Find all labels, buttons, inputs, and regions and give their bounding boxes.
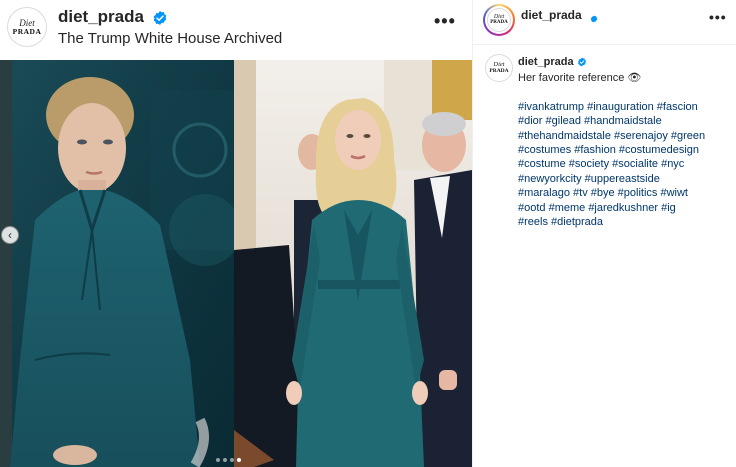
hashtag-link[interactable]: #maralago #tv #bye #politics #wiwt bbox=[518, 187, 688, 199]
hashtag-line: #costumes #fashion #costumedesign bbox=[518, 143, 728, 157]
avatar-logo-prada: PRADA bbox=[490, 19, 508, 25]
hashtag-link[interactable]: #costume #society #socialite #nyc bbox=[518, 158, 684, 170]
avatar[interactable]: Diet PRADA bbox=[7, 7, 47, 47]
hashtag-link[interactable]: #thehandmaidstale #serenajoy #green bbox=[518, 130, 705, 142]
hashtag-line: #ootd #meme #jaredkushner #ig bbox=[518, 201, 728, 215]
post-caption: diet_prada Her favorite reference 👁 #iva… bbox=[518, 55, 728, 229]
hashtag-line: #maralago #tv #bye #politics #wiwt bbox=[518, 186, 728, 200]
story-avatar[interactable]: Diet PRADA bbox=[483, 4, 515, 36]
caption-username[interactable]: diet_prada bbox=[518, 56, 574, 68]
verified-badge-icon bbox=[590, 10, 598, 28]
sidebar-more-options-button[interactable]: ••• bbox=[709, 10, 727, 24]
hashtag-line: #thehandmaidstale #serenajoy #green bbox=[518, 129, 728, 143]
verified-badge-icon bbox=[152, 10, 168, 31]
post-header: Diet PRADA diet_prada The Trump White Ho… bbox=[0, 0, 472, 60]
more-options-button[interactable]: ••• bbox=[434, 12, 458, 34]
caption-header: diet_prada bbox=[518, 55, 728, 71]
media-image-left bbox=[0, 60, 234, 467]
hashtag-link[interactable]: #costumes #fashion #costumedesign bbox=[518, 144, 699, 156]
verified-badge-icon bbox=[577, 57, 587, 71]
hashtag-link[interactable]: #ootd #meme #jaredkushner #ig bbox=[518, 202, 676, 214]
carousel-indicator bbox=[216, 458, 241, 462]
avatar-logo-prada: PRADA bbox=[489, 67, 509, 74]
carousel-dot bbox=[216, 458, 220, 462]
caption-hashtags: #ivankatrump #inauguration #fascion #dio… bbox=[518, 100, 728, 230]
media-image-right bbox=[234, 60, 472, 467]
carousel-dot bbox=[230, 458, 234, 462]
hashtag-line: #reels #dietprada bbox=[518, 215, 728, 229]
sidebar-username[interactable]: diet_prada bbox=[521, 8, 582, 22]
hashtag-link[interactable]: #ivankatrump #inauguration #fascion bbox=[518, 101, 698, 113]
hashtag-link[interactable]: #newyorkcity #uppereastside bbox=[518, 173, 660, 185]
story-avatar-inner: Diet PRADA bbox=[485, 6, 513, 34]
carousel-dot bbox=[223, 458, 227, 462]
caption-avatar[interactable]: Diet PRADA bbox=[485, 54, 513, 82]
hashtag-line: #dior #gilead #handmaidstale bbox=[518, 114, 728, 128]
avatar-logo-prada: PRADA bbox=[12, 26, 42, 36]
post-location[interactable]: The Trump White House Archived bbox=[58, 30, 282, 47]
sidebar-header: Diet PRADA diet_prada ••• bbox=[473, 0, 736, 45]
hashtag-line: #ivankatrump #inauguration #fascion bbox=[518, 100, 728, 114]
caption-text: Her favorite reference 👁 bbox=[518, 72, 642, 85]
hashtag-link[interactable]: #reels #dietprada bbox=[518, 216, 603, 228]
carousel-dot-active bbox=[237, 458, 241, 462]
hashtag-line: #costume #society #socialite #nyc bbox=[518, 157, 728, 171]
post-username[interactable]: diet_prada bbox=[58, 7, 144, 27]
avatar-logo-diet: Diet bbox=[19, 17, 35, 28]
hashtag-link[interactable]: #dior #gilead #handmaidstale bbox=[518, 115, 662, 127]
hashtag-line: #newyorkcity #uppereastside bbox=[518, 172, 728, 186]
column-divider bbox=[472, 0, 473, 467]
avatar: Diet PRADA bbox=[487, 8, 511, 32]
chevron-left-icon: ‹ bbox=[8, 228, 12, 242]
carousel-prev-button[interactable]: ‹ bbox=[1, 226, 19, 244]
post-media[interactable]: ‹ bbox=[0, 60, 472, 467]
